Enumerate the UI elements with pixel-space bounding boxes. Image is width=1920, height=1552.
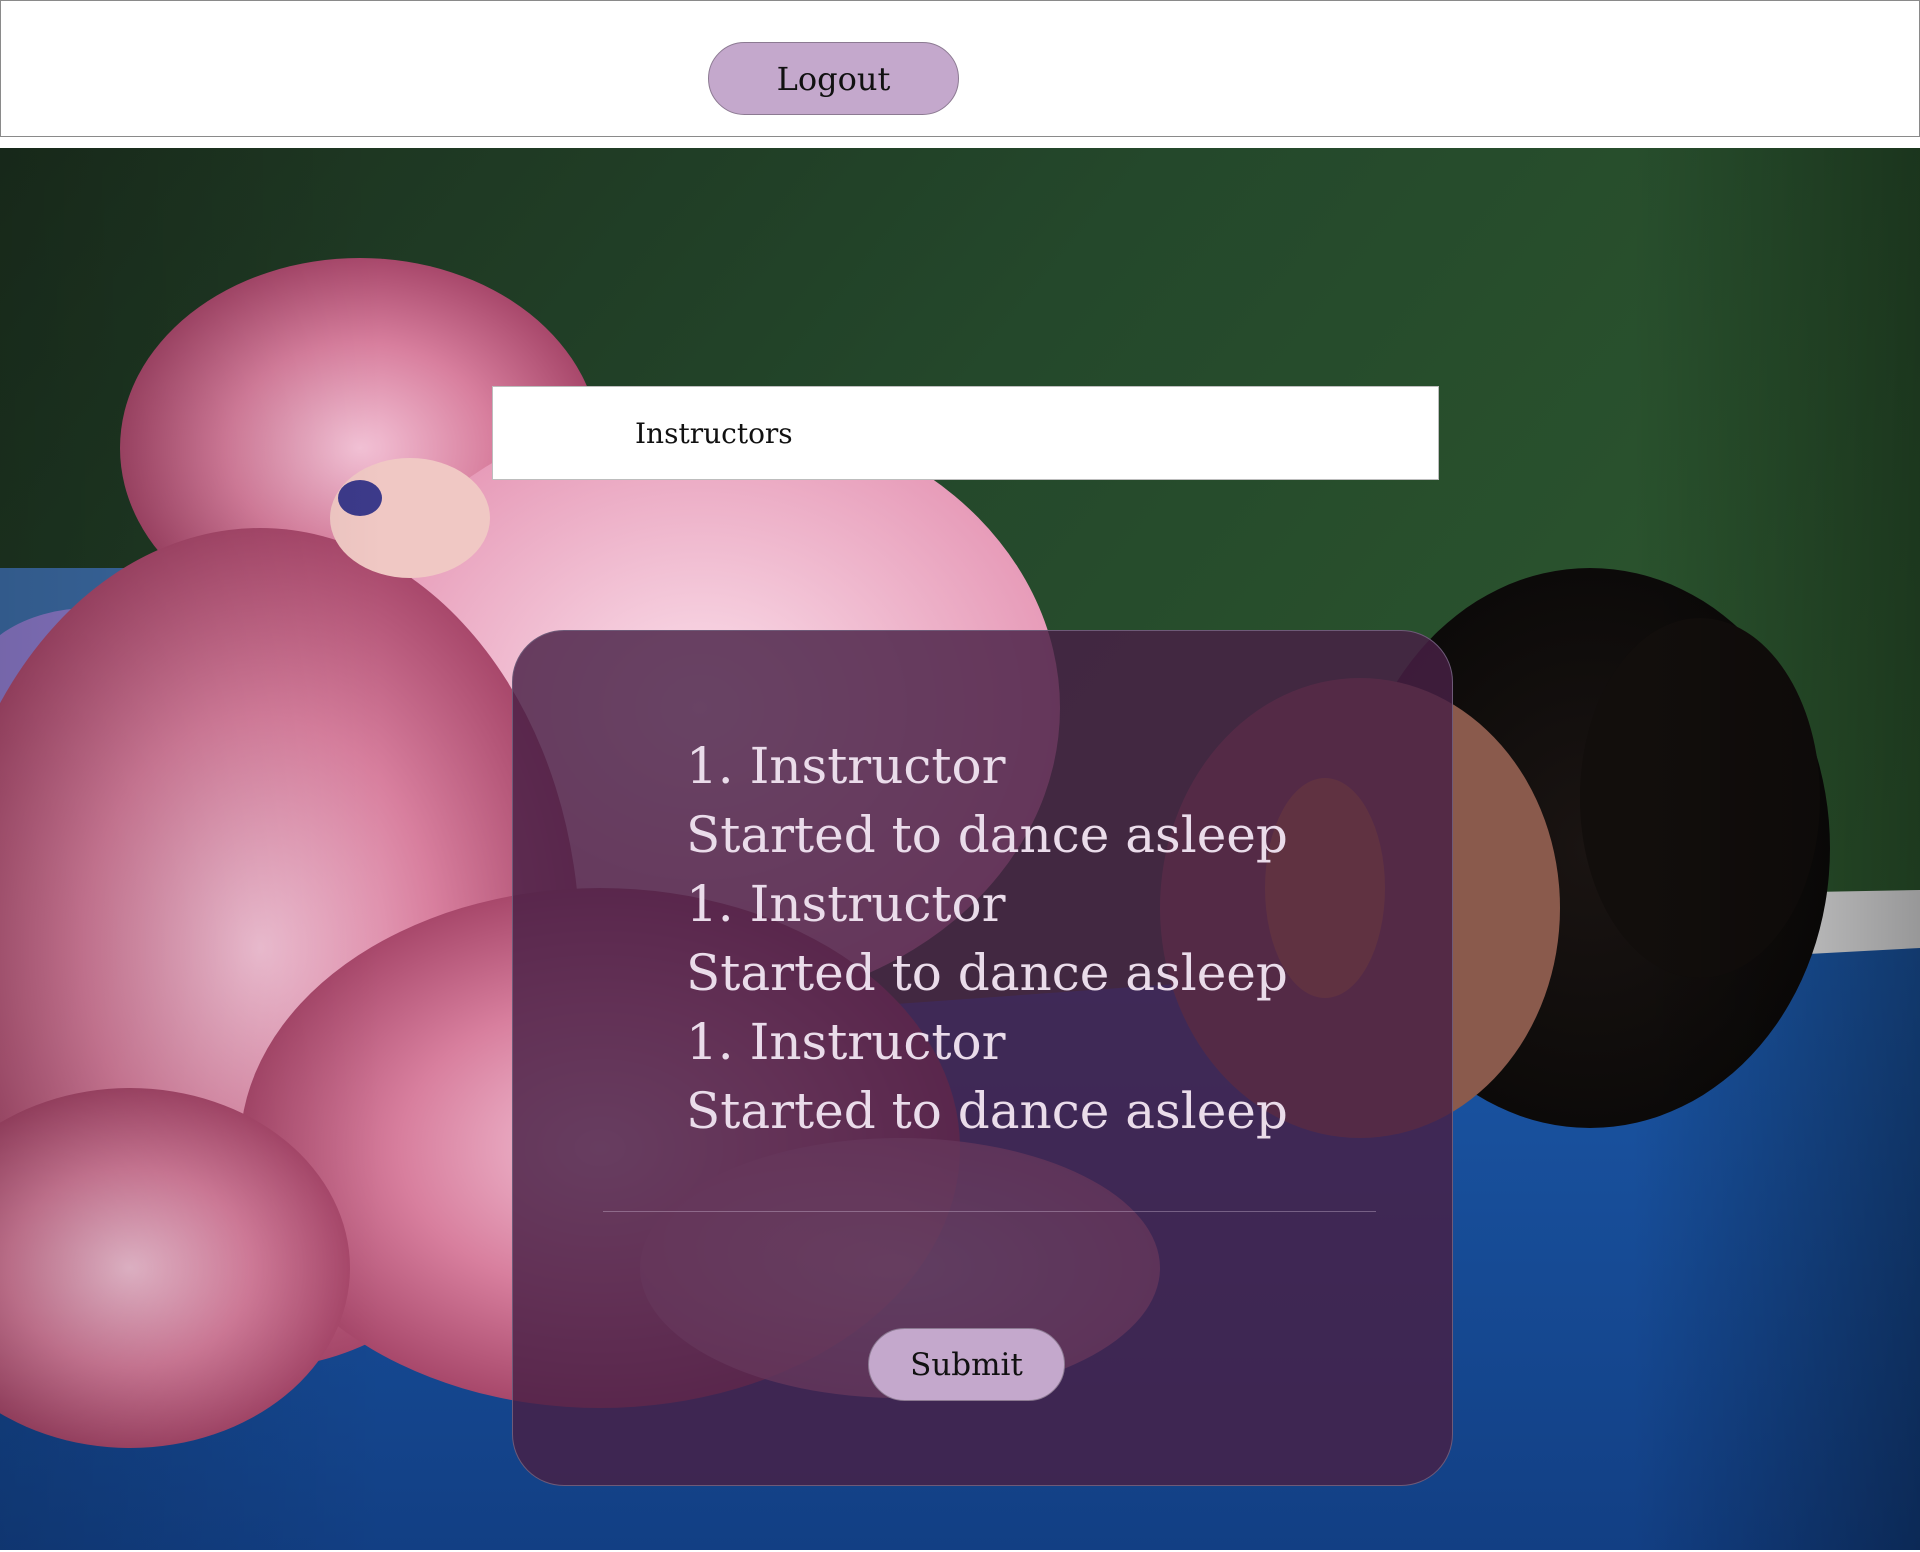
instructors-card: 1. Instructor Started to dance asleep 1.… bbox=[512, 630, 1453, 1486]
top-header: Logout bbox=[0, 0, 1920, 137]
hero-section: Instructors 1. Instructor Started to dan… bbox=[0, 148, 1920, 1550]
logout-button[interactable]: Logout bbox=[708, 42, 959, 115]
divider bbox=[603, 1211, 1376, 1212]
list-item: 1. Instructor Started to dance asleep bbox=[686, 870, 1288, 1008]
instructor-list: 1. Instructor Started to dance asleep 1.… bbox=[686, 732, 1288, 1146]
instructor-name: 1. Instructor bbox=[686, 737, 1006, 795]
instructor-description: Started to dance asleep bbox=[686, 806, 1288, 864]
list-item: 1. Instructor Started to dance asleep bbox=[686, 732, 1288, 870]
instructor-description: Started to dance asleep bbox=[686, 944, 1288, 1002]
section-title: Instructors bbox=[635, 417, 793, 450]
instructor-description: Started to dance asleep bbox=[686, 1082, 1288, 1140]
submit-button[interactable]: Submit bbox=[868, 1328, 1065, 1401]
instructor-name: 1. Instructor bbox=[686, 875, 1006, 933]
section-tab-bar: Instructors bbox=[492, 386, 1439, 480]
instructor-name: 1. Instructor bbox=[686, 1013, 1006, 1071]
list-item: 1. Instructor Started to dance asleep bbox=[686, 1008, 1288, 1146]
